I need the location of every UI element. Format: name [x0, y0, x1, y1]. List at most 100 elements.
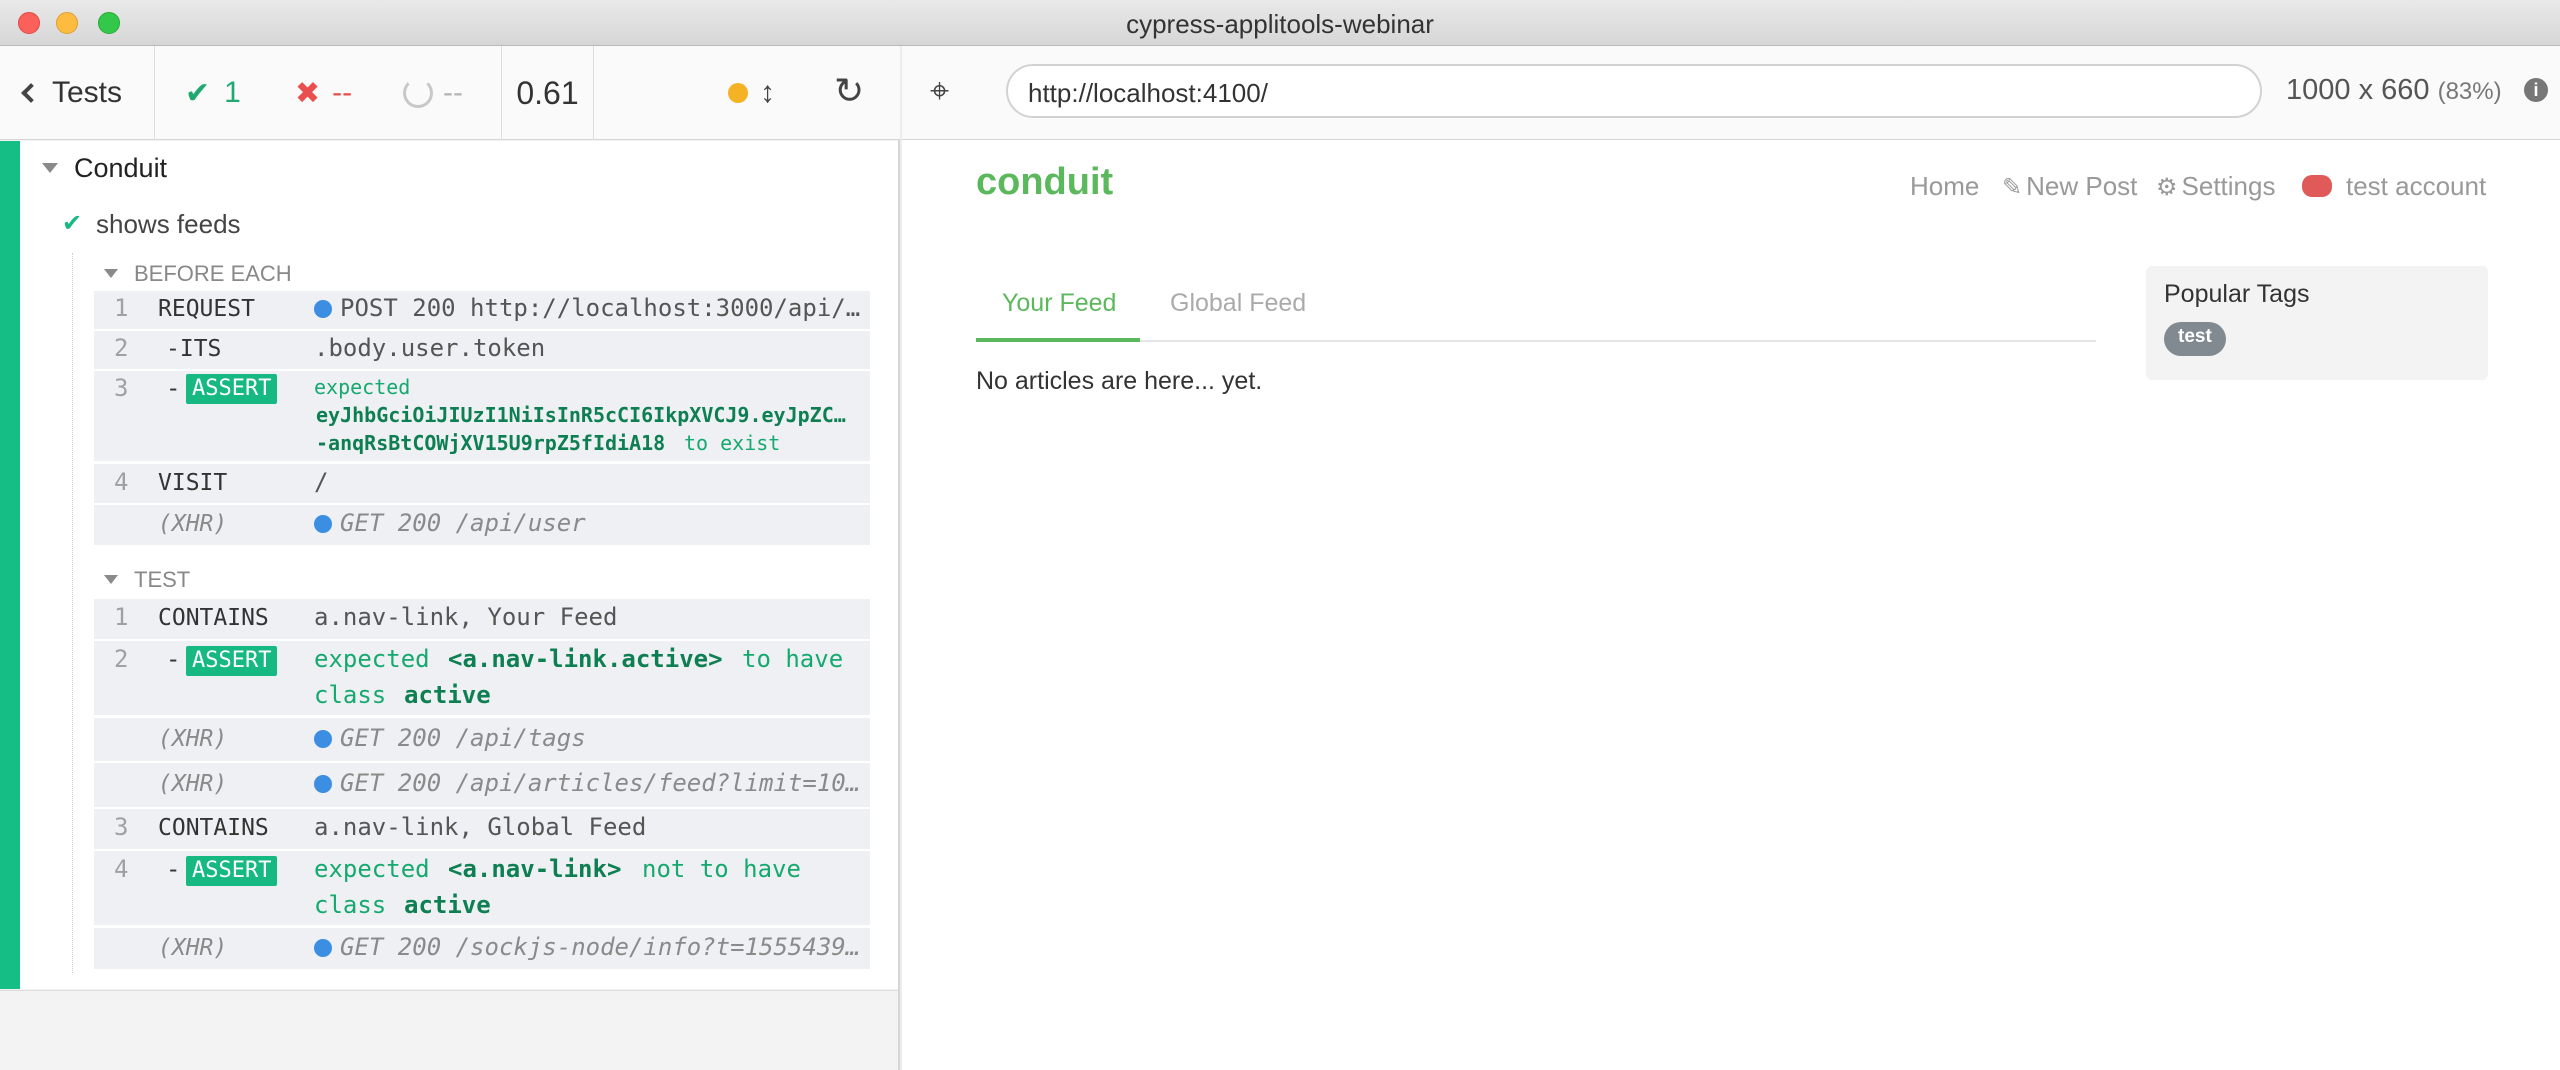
command-number: 3 [114, 813, 129, 841]
xhr-dot-icon [314, 730, 332, 748]
nav-user[interactable]: test account [2302, 171, 2486, 202]
check-icon: ✔ [62, 210, 83, 237]
command-number: 4 [114, 855, 129, 883]
hook-title-test[interactable]: TEST [134, 567, 190, 593]
window-titlebar: cypress-applitools-webinar [0, 0, 2560, 46]
child-dash: - [166, 645, 181, 673]
app-preview-panel: ⌖ http://localhost:4100/ 1000 x 660 (83%… [902, 46, 2560, 1070]
aut-header: ⌖ http://localhost:4100/ 1000 x 660 (83%… [902, 46, 2560, 140]
assert-text: to exist [684, 431, 781, 455]
command-number: 1 [114, 603, 129, 631]
command-row[interactable]: (XHR) GET 200 /api/tags [94, 717, 870, 761]
command-name: (XHR) [158, 726, 228, 752]
assert-badge: ASSERT [186, 856, 278, 886]
request-dot-icon [314, 300, 332, 318]
command-name: VISIT [158, 470, 228, 496]
nav-home[interactable]: Home [1910, 171, 1979, 202]
brand-logo[interactable]: conduit [976, 161, 1113, 204]
viewport-info: 1000 x 660 (83%) [2286, 74, 2502, 107]
assert-badge: ASSERT [186, 374, 278, 404]
tab-your-feed[interactable]: Your Feed [1002, 289, 1116, 318]
command-row[interactable]: (XHR) GET 200 /api/user [94, 505, 870, 545]
duration: 0.61 [502, 46, 594, 140]
command-message: POST 200 http://localhost:3000/api/… [314, 294, 864, 322]
command-row[interactable]: (XHR) GET 200 /sockjs-node/info?t=155543… [94, 927, 870, 969]
assert-value: eyJhbGciOiJIUzI1NiIsInR5cCI6IkpXVCJ9.eyJ… [316, 403, 846, 427]
command-row[interactable]: 1 CONTAINS a.nav-link, Your Feed [94, 599, 870, 639]
caret-down-icon[interactable] [104, 575, 118, 584]
command-number: 3 [114, 374, 129, 402]
assert-value: -anqRsBtCOWjXV15U9rpZ5fIdiA18 [316, 431, 666, 455]
assert-text: expected [314, 645, 430, 673]
nav-new-post[interactable]: ✎ New Post [2002, 171, 2137, 202]
popular-tags-title: Popular Tags [2164, 280, 2310, 308]
info-icon[interactable]: i [2524, 78, 2548, 102]
command-row[interactable]: 2 -ITS .body.user.token [94, 331, 870, 369]
tag-pill[interactable]: test [2164, 322, 2226, 356]
command-message: .body.user.token [314, 334, 546, 362]
url-bar[interactable]: http://localhost:4100/ [1006, 64, 2262, 118]
command-row[interactable]: 2 - ASSERT expected <a.nav-link.active> … [94, 641, 870, 715]
command-name: (XHR) [158, 771, 228, 797]
xhr-dot-icon [314, 515, 332, 533]
caret-down-icon[interactable] [42, 163, 58, 173]
scroll-toggle-icon[interactable]: ↕ [760, 76, 775, 110]
assert-text: class [314, 681, 387, 709]
check-icon: ✔ [185, 76, 211, 110]
reporter-controls: ↕ ↻ [594, 46, 900, 140]
command-row[interactable]: 4 - ASSERT expected <a.nav-link> not to … [94, 851, 870, 925]
command-row[interactable]: 4 VISIT / [94, 463, 870, 503]
command-name: CONTAINS [158, 605, 269, 631]
assert-badge: ASSERT [186, 646, 278, 676]
running-status-dot-icon [728, 83, 748, 103]
tab-global-feed[interactable]: Global Feed [1170, 289, 1306, 318]
edit-icon: ✎ [2002, 174, 2023, 201]
xhr-dot-icon [314, 775, 332, 793]
command-message: GET 200 /api/articles/feed?limit=10… [314, 769, 864, 797]
reporter-footer [0, 990, 898, 1070]
command-row[interactable]: (XHR) GET 200 /api/articles/feed?limit=1… [94, 763, 870, 807]
assert-value: active [404, 681, 491, 709]
back-to-tests-button[interactable]: Tests [0, 46, 155, 140]
command-name: CONTAINS [158, 815, 269, 841]
command-name: REQUEST [158, 296, 255, 322]
test-title[interactable]: shows feeds [96, 209, 241, 240]
empty-articles-message: No articles are here... yet. [976, 367, 1263, 395]
command-message: GET 200 /api/user [314, 509, 864, 537]
hook-title-before-each[interactable]: BEFORE EACH [134, 261, 292, 287]
suite-title[interactable]: Conduit [74, 153, 167, 184]
tabs-divider [976, 340, 2096, 342]
viewport-zoom: (83%) [2437, 78, 2502, 105]
tree-guide [72, 253, 73, 973]
command-name: (XHR) [158, 935, 228, 961]
gear-icon: ⚙ [2156, 174, 2178, 201]
command-number: 2 [114, 334, 129, 362]
active-tab-indicator [976, 338, 1140, 342]
pending-count: -- [443, 76, 463, 109]
restart-icon[interactable]: ↻ [834, 70, 864, 112]
chevron-left-icon [21, 83, 41, 103]
stats-area: ✔ 1 ✖ -- -- [155, 46, 502, 140]
command-row[interactable]: 3 - ASSERT expected eyJhbGciOiJIUzI1NiIs… [94, 371, 870, 461]
popular-tags-card: Popular Tags test [2146, 266, 2488, 380]
stat-passed: ✔ 1 [185, 46, 241, 140]
command-message: / [314, 468, 329, 496]
caret-down-icon[interactable] [104, 269, 118, 278]
command-row[interactable]: 1 REQUEST POST 200 http://localhost:3000… [94, 291, 870, 329]
suite-status-bar [0, 141, 20, 989]
assert-text: to have [742, 645, 844, 673]
command-message: a.nav-link, Your Feed [314, 603, 618, 631]
assert-text: not to have [642, 855, 801, 883]
assert-value: <a.nav-link.active> [448, 645, 723, 673]
reporter-panel: Tests ✔ 1 ✖ -- -- 0.61 ↕ ↻ Conduit ✔ sho… [0, 46, 900, 1070]
assert-text: expected [314, 375, 411, 399]
aut-iframe: conduit Home ✎ New Post ⚙ Settings test ac… [902, 141, 2560, 1070]
passed-count: 1 [224, 76, 241, 109]
command-message: GET 200 /api/tags [314, 724, 864, 752]
command-row[interactable]: 3 CONTAINS a.nav-link, Global Feed [94, 809, 870, 849]
nav-settings[interactable]: ⚙ Settings [2156, 171, 2275, 202]
runnable-list: Conduit ✔ shows feeds BEFORE EACH 1 REQU… [0, 141, 898, 989]
command-message: GET 200 /sockjs-node/info?t=1555439… [314, 933, 864, 961]
selector-playground-icon[interactable]: ⌖ [930, 72, 949, 111]
command-name: (XHR) [158, 511, 228, 537]
